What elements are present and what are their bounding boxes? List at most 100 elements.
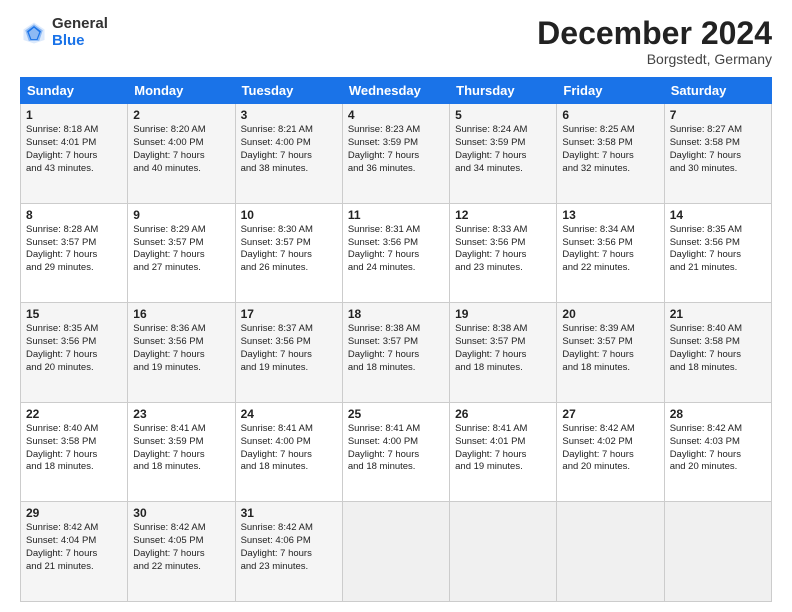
day-info: Sunrise: 8:37 AM	[241, 323, 337, 336]
day-number: 23	[133, 407, 229, 421]
day-number: 10	[241, 208, 337, 222]
day-number: 20	[562, 307, 658, 321]
day-info: Sunset: 4:00 PM	[241, 137, 337, 150]
col-wednesday: Wednesday	[342, 78, 449, 104]
day-info: Sunrise: 8:20 AM	[133, 124, 229, 137]
day-info: Daylight: 7 hours	[241, 548, 337, 561]
day-info: Daylight: 7 hours	[241, 249, 337, 262]
day-info: Sunrise: 8:38 AM	[348, 323, 444, 336]
logo: General Blue	[20, 16, 108, 49]
day-info: Daylight: 7 hours	[26, 548, 122, 561]
day-info: and 38 minutes.	[241, 163, 337, 176]
day-info: Daylight: 7 hours	[133, 150, 229, 163]
day-number: 14	[670, 208, 766, 222]
day-info: Sunset: 4:02 PM	[562, 436, 658, 449]
day-info: and 43 minutes.	[26, 163, 122, 176]
day-info: Daylight: 7 hours	[455, 349, 551, 362]
table-row: 25Sunrise: 8:41 AMSunset: 4:00 PMDayligh…	[342, 402, 449, 502]
day-info: Sunrise: 8:41 AM	[133, 423, 229, 436]
day-info: Sunrise: 8:34 AM	[562, 224, 658, 237]
day-info: Sunrise: 8:35 AM	[26, 323, 122, 336]
table-row: 6Sunrise: 8:25 AMSunset: 3:58 PMDaylight…	[557, 104, 664, 204]
table-row	[664, 502, 771, 602]
table-row: 4Sunrise: 8:23 AMSunset: 3:59 PMDaylight…	[342, 104, 449, 204]
day-number: 6	[562, 108, 658, 122]
table-row: 22Sunrise: 8:40 AMSunset: 3:58 PMDayligh…	[21, 402, 128, 502]
day-number: 13	[562, 208, 658, 222]
title-block: December 2024 Borgstedt, Germany	[537, 16, 772, 67]
day-info: and 20 minutes.	[26, 362, 122, 375]
day-info: and 20 minutes.	[562, 461, 658, 474]
day-info: Sunrise: 8:23 AM	[348, 124, 444, 137]
day-number: 2	[133, 108, 229, 122]
day-info: Sunset: 3:56 PM	[455, 237, 551, 250]
day-info: and 26 minutes.	[241, 262, 337, 275]
day-info: Daylight: 7 hours	[348, 349, 444, 362]
day-info: and 18 minutes.	[562, 362, 658, 375]
day-info: and 18 minutes.	[670, 362, 766, 375]
day-number: 11	[348, 208, 444, 222]
table-row: 28Sunrise: 8:42 AMSunset: 4:03 PMDayligh…	[664, 402, 771, 502]
day-info: Daylight: 7 hours	[455, 449, 551, 462]
calendar: Sunday Monday Tuesday Wednesday Thursday…	[20, 77, 772, 602]
calendar-header: Sunday Monday Tuesday Wednesday Thursday…	[21, 78, 772, 104]
day-number: 29	[26, 506, 122, 520]
day-info: Sunrise: 8:40 AM	[670, 323, 766, 336]
table-row: 23Sunrise: 8:41 AMSunset: 3:59 PMDayligh…	[128, 402, 235, 502]
day-number: 3	[241, 108, 337, 122]
day-info: Sunset: 3:59 PM	[348, 137, 444, 150]
day-info: Sunset: 3:58 PM	[670, 137, 766, 150]
day-info: Sunrise: 8:35 AM	[670, 224, 766, 237]
table-row: 12Sunrise: 8:33 AMSunset: 3:56 PMDayligh…	[450, 203, 557, 303]
col-friday: Friday	[557, 78, 664, 104]
day-info: and 18 minutes.	[133, 461, 229, 474]
day-info: and 29 minutes.	[26, 262, 122, 275]
day-info: Sunset: 3:56 PM	[241, 336, 337, 349]
table-row: 26Sunrise: 8:41 AMSunset: 4:01 PMDayligh…	[450, 402, 557, 502]
day-info: Sunrise: 8:41 AM	[455, 423, 551, 436]
day-info: Daylight: 7 hours	[562, 349, 658, 362]
day-info: Sunset: 4:06 PM	[241, 535, 337, 548]
day-info: Sunset: 3:57 PM	[241, 237, 337, 250]
day-info: Sunrise: 8:18 AM	[26, 124, 122, 137]
day-info: Sunset: 3:57 PM	[348, 336, 444, 349]
table-row: 8Sunrise: 8:28 AMSunset: 3:57 PMDaylight…	[21, 203, 128, 303]
day-info: Sunset: 3:56 PM	[26, 336, 122, 349]
day-info: Daylight: 7 hours	[562, 449, 658, 462]
month-title: December 2024	[537, 16, 772, 51]
day-info: Sunset: 4:00 PM	[241, 436, 337, 449]
day-info: Sunrise: 8:21 AM	[241, 124, 337, 137]
table-row: 21Sunrise: 8:40 AMSunset: 3:58 PMDayligh…	[664, 303, 771, 403]
calendar-body: 1Sunrise: 8:18 AMSunset: 4:01 PMDaylight…	[21, 104, 772, 602]
table-row: 24Sunrise: 8:41 AMSunset: 4:00 PMDayligh…	[235, 402, 342, 502]
day-info: Daylight: 7 hours	[26, 249, 122, 262]
day-info: and 34 minutes.	[455, 163, 551, 176]
table-row: 9Sunrise: 8:29 AMSunset: 3:57 PMDaylight…	[128, 203, 235, 303]
day-info: Sunrise: 8:24 AM	[455, 124, 551, 137]
col-sunday: Sunday	[21, 78, 128, 104]
day-info: and 20 minutes.	[670, 461, 766, 474]
col-saturday: Saturday	[664, 78, 771, 104]
day-info: Sunrise: 8:39 AM	[562, 323, 658, 336]
table-row: 7Sunrise: 8:27 AMSunset: 3:58 PMDaylight…	[664, 104, 771, 204]
day-number: 9	[133, 208, 229, 222]
day-info: Sunrise: 8:41 AM	[348, 423, 444, 436]
day-info: Sunset: 3:59 PM	[133, 436, 229, 449]
day-info: Daylight: 7 hours	[241, 150, 337, 163]
day-info: Daylight: 7 hours	[670, 249, 766, 262]
logo-text: General Blue	[52, 16, 108, 49]
day-info: Daylight: 7 hours	[348, 150, 444, 163]
day-number: 30	[133, 506, 229, 520]
day-info: Sunset: 4:01 PM	[26, 137, 122, 150]
day-number: 21	[670, 307, 766, 321]
day-info: Daylight: 7 hours	[670, 349, 766, 362]
day-info: Sunrise: 8:42 AM	[133, 522, 229, 535]
table-row	[557, 502, 664, 602]
day-number: 12	[455, 208, 551, 222]
day-number: 15	[26, 307, 122, 321]
logo-icon	[20, 19, 48, 47]
table-row: 15Sunrise: 8:35 AMSunset: 3:56 PMDayligh…	[21, 303, 128, 403]
day-info: and 24 minutes.	[348, 262, 444, 275]
day-info: Sunset: 3:58 PM	[26, 436, 122, 449]
day-number: 7	[670, 108, 766, 122]
